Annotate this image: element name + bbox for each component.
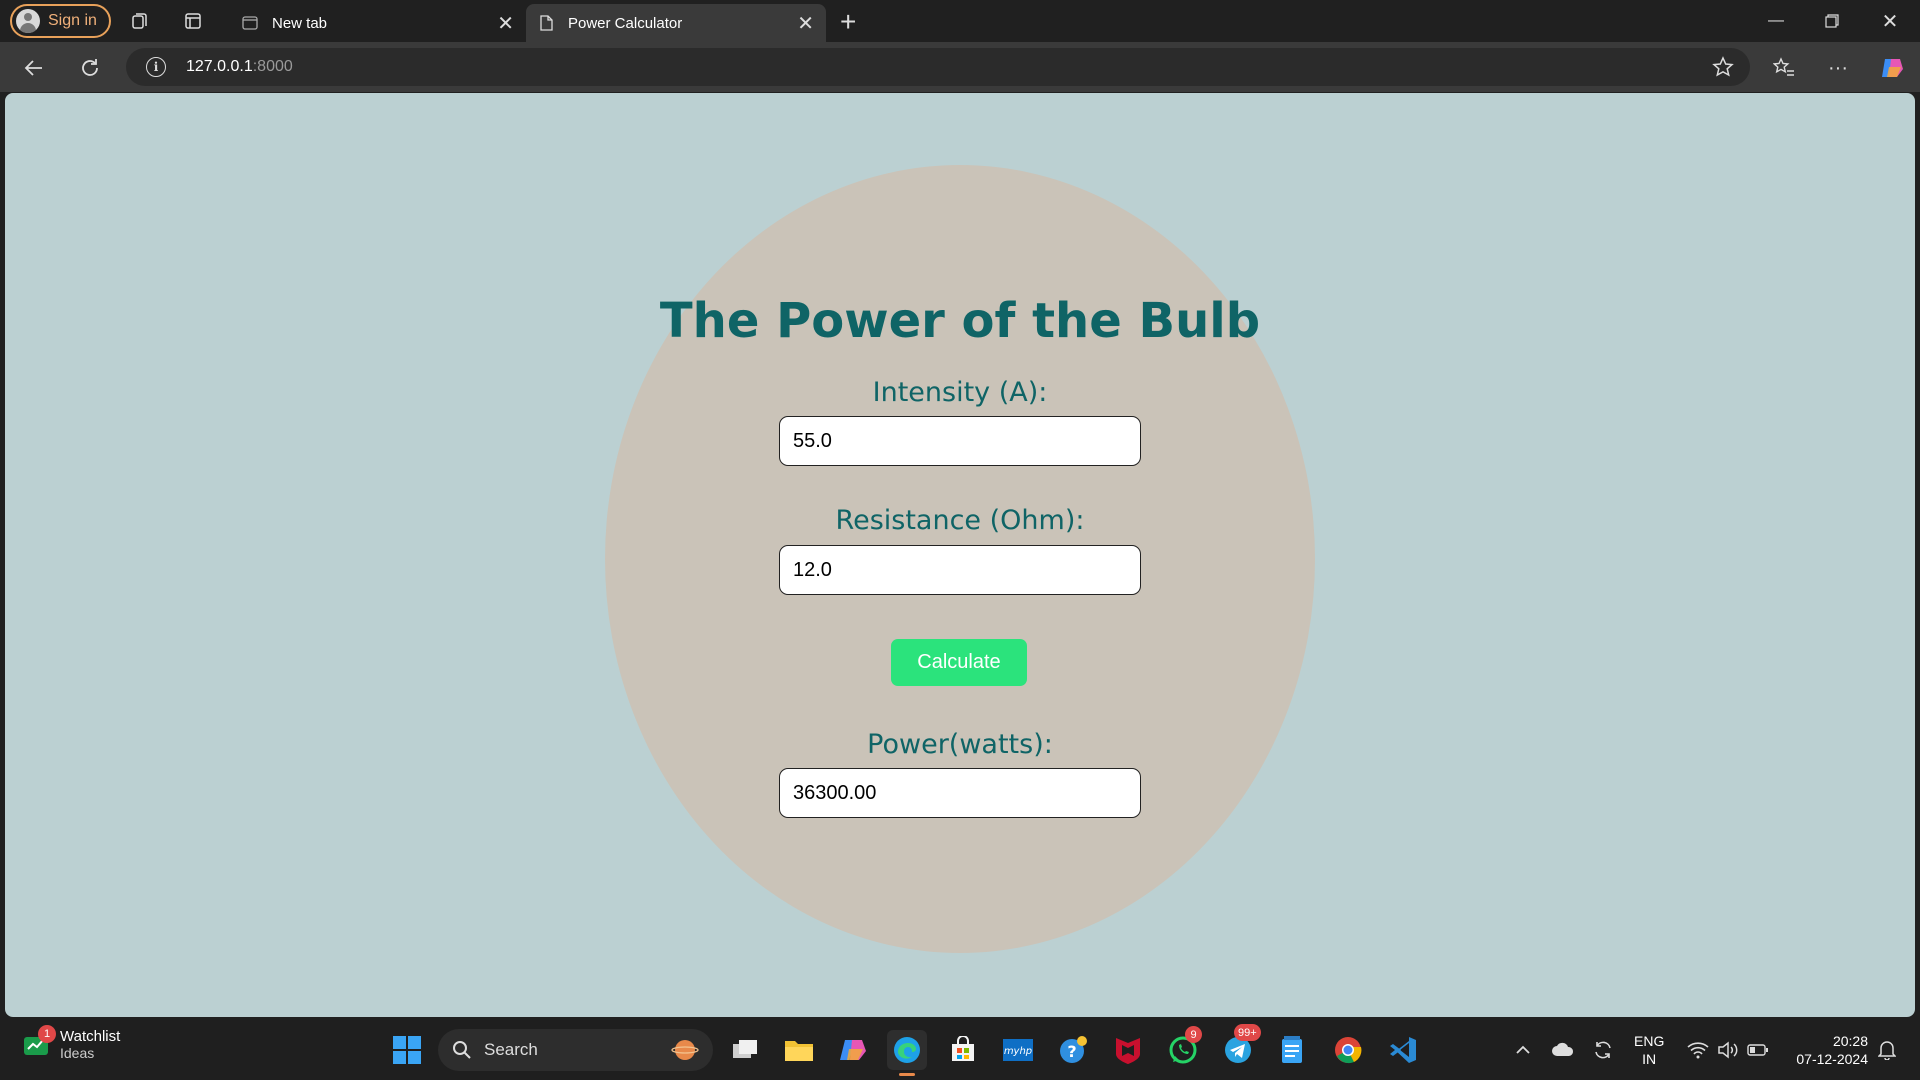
tab-title: Power Calculator: [568, 14, 683, 32]
profile-sign-in-button[interactable]: Sign in: [10, 4, 111, 38]
windows-taskbar: 1 Watchlist Ideas Search myhp ? 9 99+ EN…: [0, 1020, 1920, 1080]
minimize-button[interactable]: —: [1748, 0, 1804, 42]
get-help-icon[interactable]: ?: [1053, 1030, 1093, 1070]
restore-button[interactable]: [1804, 0, 1860, 42]
clock-date: 07-12-2024: [1796, 1051, 1868, 1067]
mcafee-icon[interactable]: [1108, 1030, 1148, 1070]
whatsapp-badge: 9: [1185, 1026, 1202, 1043]
notepad-icon[interactable]: [1272, 1030, 1312, 1070]
start-button[interactable]: [387, 1030, 427, 1070]
volume-icon[interactable]: [1714, 1030, 1742, 1070]
search-icon: [453, 1041, 471, 1059]
watchlist-icon: 1: [22, 1024, 56, 1059]
region-code: IN: [1642, 1051, 1657, 1067]
site-info-icon[interactable]: i: [146, 57, 166, 77]
favorites-icon[interactable]: [1768, 52, 1800, 84]
file-explorer-icon[interactable]: [779, 1030, 819, 1070]
close-window-button[interactable]: ✕: [1862, 0, 1918, 42]
language-code: ENG: [1634, 1033, 1665, 1049]
sync-icon[interactable]: [1588, 1030, 1618, 1070]
address-bar[interactable]: i 127.0.0.1 :8000: [126, 48, 1750, 86]
page-viewport: The Power of the Bulb Intensity (A): 55.…: [5, 93, 1915, 1017]
tab-power-calculator[interactable]: Power Calculator ✕: [526, 4, 826, 42]
taskbar-search[interactable]: Search: [438, 1029, 713, 1071]
close-tab-icon[interactable]: ✕: [797, 11, 814, 36]
notifications-icon[interactable]: [1874, 1030, 1900, 1070]
svg-text:?: ?: [1067, 1042, 1076, 1061]
address-port: :8000: [252, 58, 293, 75]
resistance-input[interactable]: 12.0: [779, 545, 1141, 595]
microsoft-store-icon[interactable]: [943, 1030, 983, 1070]
new-tab-favicon-icon: [242, 15, 258, 31]
planet-icon: [671, 1037, 699, 1068]
widget-badge: 1: [38, 1024, 56, 1043]
power-output[interactable]: 36300.00: [779, 768, 1141, 818]
page-title: The Power of the Bulb: [659, 293, 1261, 349]
clock-time: 20:28: [1832, 1033, 1868, 1049]
resistance-label: Resistance (Ohm):: [835, 505, 1085, 536]
copilot-app-icon[interactable]: [833, 1030, 873, 1070]
battery-icon[interactable]: [1744, 1030, 1772, 1070]
tab-new-tab[interactable]: New tab ✕: [230, 4, 526, 42]
copilot-icon[interactable]: [1876, 52, 1908, 84]
close-tab-icon[interactable]: ✕: [497, 11, 514, 36]
favorite-star-icon[interactable]: [1712, 56, 1734, 83]
calculate-button[interactable]: Calculate: [891, 639, 1027, 686]
cloud-sync-icon[interactable]: [1548, 1030, 1578, 1070]
tab-title: New tab: [272, 14, 328, 32]
more-options-icon[interactable]: ···: [1822, 52, 1854, 84]
workspaces-icon[interactable]: [128, 9, 152, 33]
intensity-input[interactable]: 55.0: [779, 416, 1141, 466]
telegram-icon[interactable]: 99+: [1218, 1024, 1261, 1070]
browser-tab-strip: Sign in New tab ✕ Power Calculator ✕ + —…: [0, 0, 1920, 42]
vscode-icon[interactable]: [1383, 1030, 1423, 1070]
intensity-label: Intensity (A):: [872, 377, 1048, 408]
address-host: 127.0.0.1: [186, 58, 253, 75]
page-favicon-icon: [538, 15, 554, 31]
show-hidden-icons[interactable]: [1510, 1030, 1536, 1070]
input-language-indicator[interactable]: ENG IN: [1634, 1032, 1664, 1068]
myhp-icon[interactable]: myhp: [998, 1030, 1038, 1070]
system-clock[interactable]: 20:28 07-12-2024: [1784, 1032, 1868, 1068]
avatar-icon: [16, 9, 40, 33]
search-label: Search: [484, 1040, 538, 1059]
telegram-badge: 99+: [1234, 1024, 1261, 1041]
power-label: Power(watts):: [867, 729, 1053, 760]
vertical-tabs-icon[interactable]: [181, 9, 205, 33]
chrome-icon[interactable]: [1328, 1030, 1368, 1070]
watchlist-widget[interactable]: 1 Watchlist Ideas: [22, 1024, 121, 1061]
task-view-icon[interactable]: [725, 1030, 765, 1070]
widget-subtitle: Ideas: [60, 1045, 95, 1061]
whatsapp-icon[interactable]: 9: [1163, 1026, 1203, 1070]
new-tab-button[interactable]: +: [840, 6, 856, 38]
browser-toolbar: i 127.0.0.1 :8000 ···: [0, 42, 1920, 92]
widget-title: Watchlist: [60, 1028, 121, 1045]
wifi-icon[interactable]: [1684, 1030, 1712, 1070]
refresh-button[interactable]: [74, 52, 106, 84]
back-button[interactable]: [18, 52, 50, 84]
svg-text:myhp: myhp: [1004, 1046, 1032, 1057]
sign-in-label: Sign in: [48, 12, 97, 29]
edge-browser-icon[interactable]: [887, 1030, 927, 1076]
